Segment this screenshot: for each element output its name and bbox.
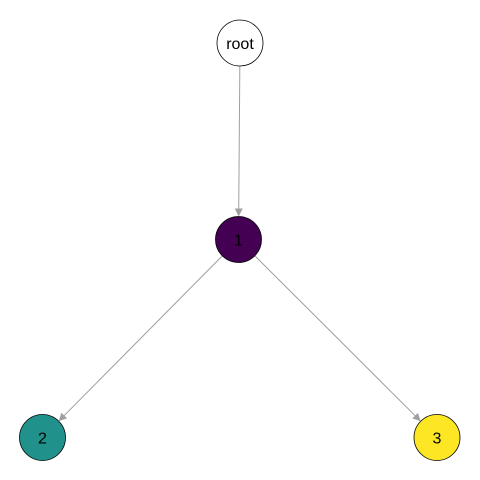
node-3: 3 <box>413 414 461 461</box>
node-2: 2 <box>19 414 66 461</box>
edge-root-to-1 <box>234 65 243 217</box>
node-label-root: root <box>226 36 254 53</box>
tree-diagram: root 1 2 3 <box>19 19 461 461</box>
node-root: root <box>216 19 264 67</box>
node-1: 1 <box>215 216 262 263</box>
node-label-1: 1 <box>234 233 243 250</box>
edge-1-to-2 <box>58 255 223 422</box>
node-label-3: 3 <box>433 431 442 448</box>
node-label-2: 2 <box>38 431 47 448</box>
edge-1-to-3 <box>254 255 421 422</box>
